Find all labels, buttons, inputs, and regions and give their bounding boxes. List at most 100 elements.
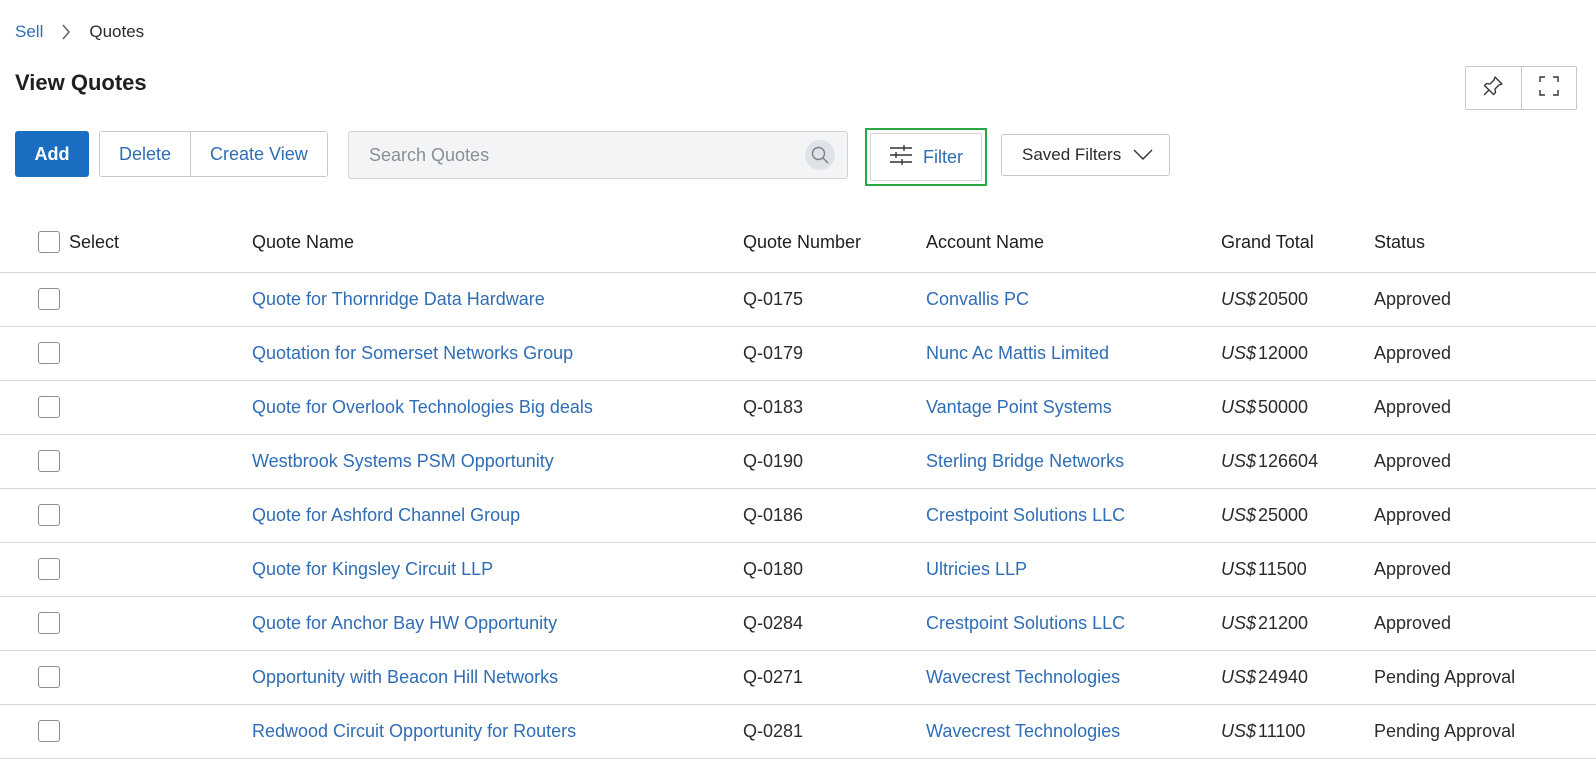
row-checkbox[interactable]: [38, 558, 60, 581]
account-name-link[interactable]: Sterling Bridge Networks: [926, 451, 1124, 471]
row-checkbox[interactable]: [38, 612, 60, 635]
row-checkbox[interactable]: [38, 342, 60, 365]
status-cell: Approved: [1374, 434, 1596, 489]
grand-total-cell: US$ 20500: [1221, 272, 1374, 327]
status-cell: Pending Approval: [1374, 704, 1596, 759]
quote-name-cell: Opportunity with Beacon Hill Networks: [252, 650, 743, 705]
currency-code: US$: [1221, 288, 1257, 309]
sliders-icon: [889, 144, 913, 171]
quotes-table: Select Quote Name Quote Number Account N…: [0, 213, 1596, 759]
pin-button[interactable]: [1466, 67, 1521, 109]
quote-name-cell: Quote for Anchor Bay HW Opportunity: [252, 596, 743, 651]
grand-total-cell: US$ 11500: [1221, 542, 1374, 597]
header-account-name[interactable]: Account Name: [926, 213, 1221, 273]
expand-icon: [1538, 75, 1560, 102]
chevron-right-icon: [51, 20, 81, 44]
row-select-cell: [0, 596, 252, 651]
quote-name-link[interactable]: Quotation for Somerset Networks Group: [252, 343, 573, 363]
row-checkbox[interactable]: [38, 720, 60, 743]
grand-total-amount: 50000: [1258, 396, 1309, 417]
quote-name-link[interactable]: Quote for Overlook Technologies Big deal…: [252, 397, 593, 417]
quote-name-link[interactable]: Quote for Kingsley Circuit LLP: [252, 559, 493, 579]
currency-code: US$: [1221, 666, 1257, 687]
quote-name-link[interactable]: Opportunity with Beacon Hill Networks: [252, 667, 558, 687]
row-checkbox[interactable]: [38, 288, 60, 311]
row-select-cell: [0, 326, 252, 381]
grand-total-cell: US$ 11100: [1221, 704, 1374, 759]
saved-filters-label: Saved Filters: [1022, 145, 1122, 164]
table-row: Quote for Anchor Bay HW Opportunity Q-028…: [0, 596, 1596, 651]
row-checkbox[interactable]: [38, 396, 60, 419]
grand-total-cell: US$ 24940: [1221, 650, 1374, 705]
quote-name-link[interactable]: Redwood Circuit Opportunity for Routers: [252, 721, 576, 741]
currency-code: US$: [1221, 504, 1257, 525]
account-name-cell: Wavecrest Technologies: [926, 650, 1221, 705]
quote-name-cell: Redwood Circuit Opportunity for Routers: [252, 704, 743, 759]
table-row: Quote for Thornridge Data Hardware Q-0175…: [0, 272, 1596, 327]
quote-name-cell: Quote for Kingsley Circuit LLP: [252, 542, 743, 597]
row-select-cell: [0, 488, 252, 543]
row-select-cell: [0, 434, 252, 489]
add-button[interactable]: Add: [15, 131, 89, 177]
quote-name-link[interactable]: Quote for Thornridge Data Hardware: [252, 289, 545, 309]
search-box: [348, 131, 848, 179]
row-select-cell: [0, 272, 252, 327]
quote-name-cell: Quotation for Somerset Networks Group: [252, 326, 743, 381]
breadcrumb-current: Quotes: [89, 22, 145, 41]
fullscreen-button[interactable]: [1520, 67, 1577, 109]
currency-code: US$: [1221, 558, 1257, 579]
quote-name-link[interactable]: Quote for Anchor Bay HW Opportunity: [252, 613, 557, 633]
account-name-link[interactable]: Crestpoint Solutions LLC: [926, 505, 1125, 525]
header-grand-total[interactable]: Grand Total: [1221, 213, 1374, 273]
table-row: Westbrook Systems PSM Opportunity Q-0190 S…: [0, 434, 1596, 489]
filter-button-inner: Filter: [870, 133, 982, 181]
delete-button[interactable]: Delete: [100, 132, 191, 176]
account-name-link[interactable]: Wavecrest Technologies: [926, 667, 1120, 687]
saved-filters-dropdown[interactable]: Saved Filters: [1001, 134, 1170, 176]
create-view-button[interactable]: Create View: [190, 132, 327, 176]
quote-name-cell: Quote for Overlook Technologies Big deal…: [252, 380, 743, 435]
pin-icon: [1482, 75, 1504, 102]
header-status[interactable]: Status: [1374, 213, 1596, 273]
page-title: View Quotes: [15, 70, 147, 95]
grand-total-cell: US$ 12000: [1221, 326, 1374, 381]
account-name-link[interactable]: Convallis PC: [926, 289, 1029, 309]
status-cell: Pending Approval: [1374, 650, 1596, 705]
account-name-cell: Sterling Bridge Networks: [926, 434, 1221, 489]
search-icon[interactable]: [805, 140, 835, 170]
row-checkbox[interactable]: [38, 450, 60, 473]
account-name-link[interactable]: Vantage Point Systems: [926, 397, 1112, 417]
table-row: Quote for Kingsley Circuit LLP Q-0180 Ultr…: [0, 542, 1596, 597]
account-name-link[interactable]: Nunc Ac Mattis Limited: [926, 343, 1109, 363]
quote-number-cell: Q-0284: [743, 596, 926, 651]
quote-name-cell: Westbrook Systems PSM Opportunity: [252, 434, 743, 489]
currency-code: US$: [1221, 612, 1257, 633]
header-quote-name[interactable]: Quote Name: [252, 213, 743, 273]
row-checkbox[interactable]: [38, 666, 60, 689]
quote-number-cell: Q-0180: [743, 542, 926, 597]
account-name-cell: Ultricies LLP: [926, 542, 1221, 597]
status-cell: Approved: [1374, 272, 1596, 327]
currency-code: US$: [1221, 450, 1257, 471]
search-input[interactable]: [349, 132, 805, 178]
select-all-checkbox[interactable]: [38, 231, 60, 254]
row-select-cell: [0, 650, 252, 705]
quote-number-cell: Q-0190: [743, 434, 926, 489]
currency-code: US$: [1221, 720, 1257, 741]
account-name-link[interactable]: Ultricies LLP: [926, 559, 1027, 579]
account-name-cell: Crestpoint Solutions LLC: [926, 596, 1221, 651]
account-name-link[interactable]: Wavecrest Technologies: [926, 721, 1120, 741]
table-row: Quote for Overlook Technologies Big deal…: [0, 380, 1596, 435]
quote-name-link[interactable]: Westbrook Systems PSM Opportunity: [252, 451, 554, 471]
quote-number-cell: Q-0183: [743, 380, 926, 435]
row-checkbox[interactable]: [38, 504, 60, 527]
breadcrumb-link-sell[interactable]: Sell: [15, 22, 43, 42]
filter-button[interactable]: Filter: [865, 128, 987, 186]
grand-total-amount: 11100: [1258, 720, 1306, 741]
quote-name-link[interactable]: Quote for Ashford Channel Group: [252, 505, 520, 525]
quote-number-cell: Q-0179: [743, 326, 926, 381]
account-name-link[interactable]: Crestpoint Solutions LLC: [926, 613, 1125, 633]
grand-total-amount: 20500: [1258, 288, 1309, 309]
account-name-cell: Nunc Ac Mattis Limited: [926, 326, 1221, 381]
header-quote-number[interactable]: Quote Number: [743, 213, 926, 273]
